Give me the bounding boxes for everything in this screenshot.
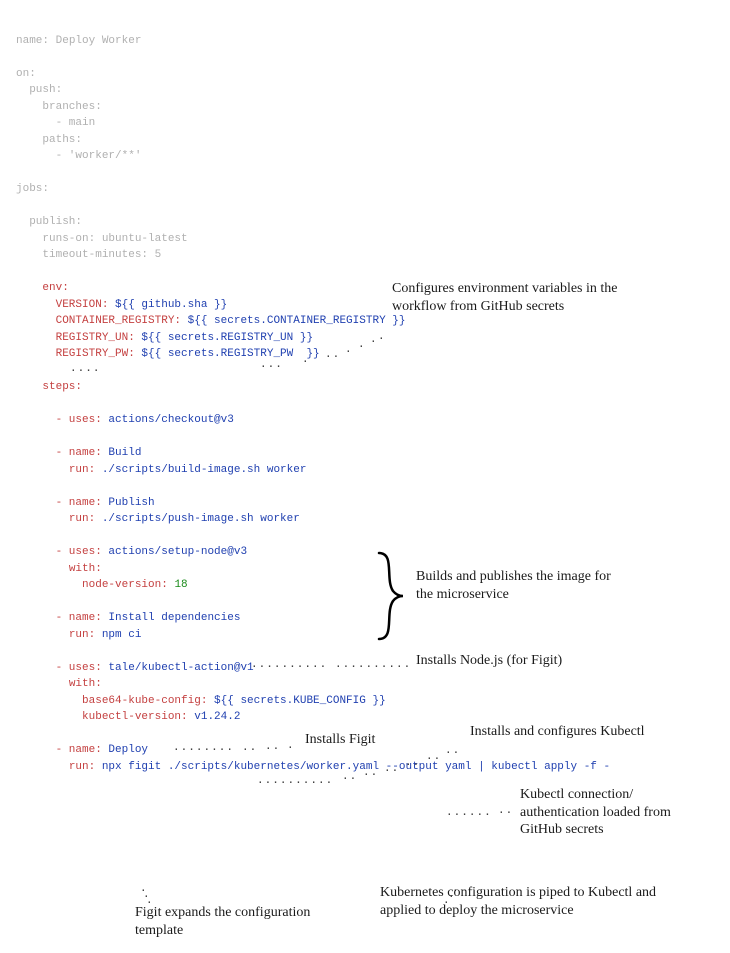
step-node-uses-val: actions/setup-node@v3 bbox=[102, 546, 247, 558]
step-deploy-run-key: run: bbox=[69, 761, 95, 773]
step-install-name-val: Install dependencies bbox=[102, 612, 241, 624]
dots-kub-5: .. bbox=[405, 754, 420, 771]
yaml-branches-item: - main bbox=[56, 117, 96, 129]
yaml-name-key: name: bbox=[16, 35, 49, 47]
dots-auth-2: .. bbox=[498, 802, 513, 819]
yaml-jobs-key: jobs: bbox=[16, 183, 49, 195]
yaml-runs-on-key: runs-on: bbox=[42, 233, 95, 245]
env-version-key: VERSION: bbox=[56, 299, 109, 311]
brace-icon bbox=[373, 551, 407, 641]
step-deploy-name-key: - name: bbox=[56, 744, 102, 756]
step-build-name-key: - name: bbox=[56, 447, 102, 459]
step-kubectl-b64-val: ${{ secrets.KUBE_CONFIG }} bbox=[207, 695, 385, 707]
dots-kub-1: .......... bbox=[257, 772, 333, 789]
dots-kub-4: .. bbox=[384, 760, 399, 777]
annotation-figit-expand: Figit expands the configuration template bbox=[135, 904, 345, 939]
dots-figit-3: .. bbox=[265, 738, 280, 755]
dots-env-8: . bbox=[378, 328, 386, 345]
dots-auth-1: ...... bbox=[446, 804, 492, 821]
step-install-run-val: npm ci bbox=[95, 629, 141, 641]
step-build-name-val: Build bbox=[102, 447, 142, 459]
yaml-timeout-key: timeout-minutes: bbox=[42, 249, 148, 261]
env-registry-key: CONTAINER_REGISTRY: bbox=[56, 315, 181, 327]
env-version-val: ${{ github.sha }} bbox=[108, 299, 227, 311]
dots-env-5: . bbox=[345, 341, 353, 358]
step-publish-run-val: ./scripts/push-image.sh worker bbox=[95, 513, 300, 525]
step-node-ver-key: node-version: bbox=[82, 579, 168, 591]
step-publish-run-key: run: bbox=[69, 513, 95, 525]
step-kubectl-ver-key: kubectl-version: bbox=[82, 711, 188, 723]
dots-node-1: .......... bbox=[251, 656, 327, 673]
yaml-branches-key: branches: bbox=[42, 101, 101, 113]
annotation-build-publish: Builds and publishes the image for the m… bbox=[416, 568, 616, 603]
step-install-name-key: - name: bbox=[56, 612, 102, 624]
step-node-ver-val: 18 bbox=[168, 579, 188, 591]
env-un-val: ${{ secrets.REGISTRY_UN }} bbox=[135, 332, 313, 344]
annotation-kubectl-install: Installs and configures Kubectl bbox=[470, 723, 690, 741]
step-install-run-key: run: bbox=[69, 629, 95, 641]
dots-env-3: . bbox=[302, 351, 310, 368]
dots-kub-7: .. bbox=[445, 742, 460, 759]
dots-kub-3: .. bbox=[363, 764, 378, 781]
yaml-publish-key: publish: bbox=[29, 216, 82, 228]
step-node-uses-key: - uses: bbox=[56, 546, 102, 558]
dots-env-7: . bbox=[370, 331, 378, 348]
dots-figit-4: . bbox=[287, 737, 295, 754]
yaml-on-key: on: bbox=[16, 68, 36, 80]
yaml-paths-key: paths: bbox=[42, 134, 82, 146]
step-node-with-key: with: bbox=[69, 563, 102, 575]
step-kubectl-uses-val: tale/kubectl-action@v1 bbox=[102, 662, 254, 674]
dots-figit-2: .. bbox=[242, 739, 257, 756]
yaml-push-key: push: bbox=[29, 84, 62, 96]
annotation-k8s-piped: Kubernetes configuration is piped to Kub… bbox=[380, 884, 670, 919]
yaml-name-val: Deploy Worker bbox=[49, 35, 141, 47]
step-checkout-uses-key: - uses: bbox=[56, 414, 102, 426]
step-publish-name-key: - name: bbox=[56, 497, 102, 509]
step-checkout-uses-val: actions/checkout@v3 bbox=[102, 414, 234, 426]
env-pw-val: ${{ secrets.REGISTRY_PW }} bbox=[135, 348, 320, 360]
dots-env-4: .. bbox=[325, 346, 340, 363]
step-build-run-key: run: bbox=[69, 464, 95, 476]
yaml-paths-item: - 'worker/**' bbox=[56, 150, 142, 162]
env-registry-val: ${{ secrets.CONTAINER_REGISTRY }} bbox=[181, 315, 405, 327]
step-publish-name-val: Publish bbox=[102, 497, 155, 509]
annotation-node: Installs Node.js (for Figit) bbox=[416, 652, 676, 670]
step-deploy-name-val: Deploy bbox=[102, 744, 148, 756]
step-build-run-val: ./scripts/build-image.sh worker bbox=[95, 464, 306, 476]
yaml-env-key: env: bbox=[42, 282, 68, 294]
dots-kub-6: .. bbox=[426, 748, 441, 765]
yaml-steps-key: steps: bbox=[42, 381, 82, 393]
annotation-kubectl-auth: Kubectl connection/ authentication loade… bbox=[520, 786, 715, 839]
dots-env-1: .... bbox=[70, 360, 101, 377]
yaml-runs-on-val: ubuntu-latest bbox=[95, 233, 187, 245]
env-pw-key: REGISTRY_PW: bbox=[56, 348, 135, 360]
annotation-install-figit: Installs Figit bbox=[305, 731, 445, 749]
step-kubectl-uses-key: - uses: bbox=[56, 662, 102, 674]
annotation-env: Configures environment variables in the … bbox=[392, 280, 642, 315]
dots-node-2: .......... bbox=[335, 656, 411, 673]
dots-figit-1: ........ bbox=[173, 739, 234, 756]
dots-env-6: . bbox=[358, 336, 366, 353]
env-un-key: REGISTRY_UN: bbox=[56, 332, 135, 344]
yaml.timeout_val: 5 bbox=[148, 249, 161, 261]
dots-kub-2: .. bbox=[342, 768, 357, 785]
step-kubectl-with-key: with: bbox=[69, 678, 102, 690]
step-kubectl-ver-val: v1.24.2 bbox=[188, 711, 241, 723]
step-kubectl-b64-key: base64-kube-config: bbox=[82, 695, 207, 707]
dots-env-2: ... bbox=[260, 356, 283, 373]
